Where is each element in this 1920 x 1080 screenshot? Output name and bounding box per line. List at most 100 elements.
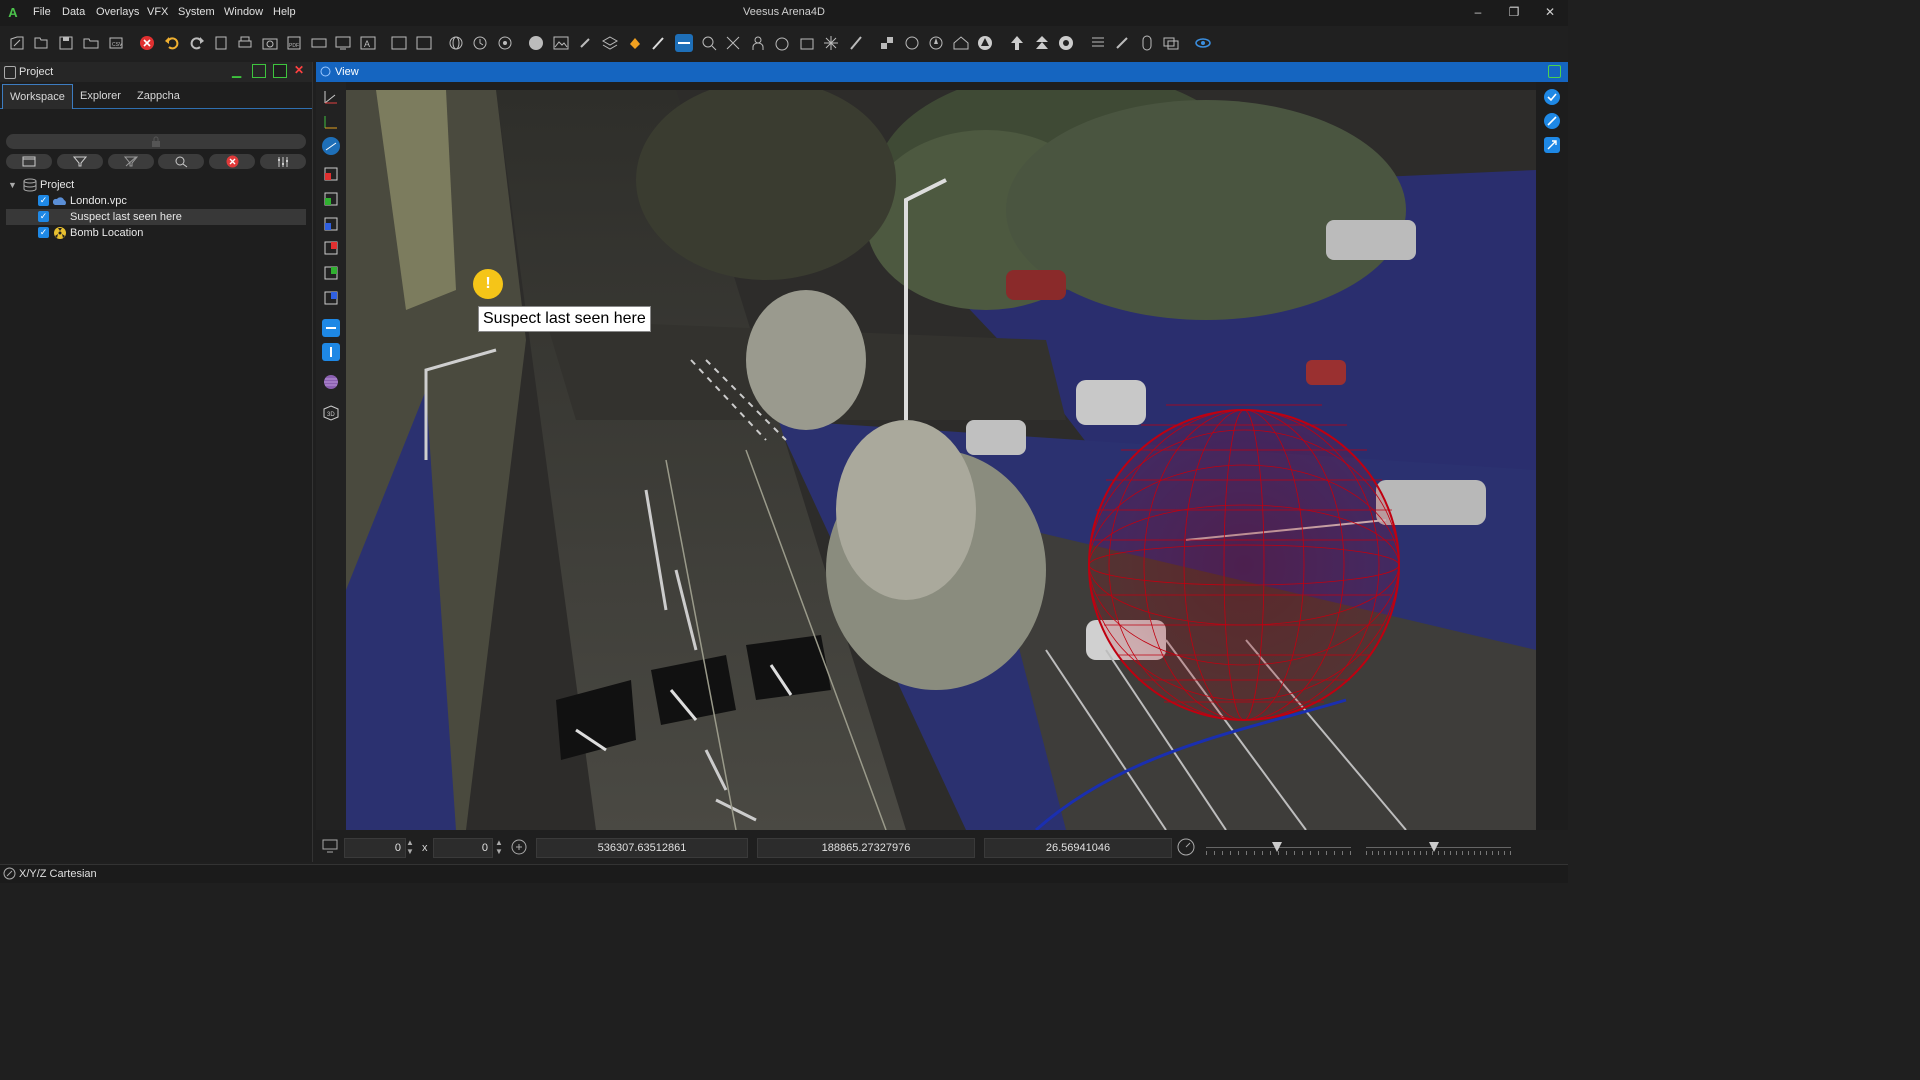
restore-button[interactable]: ❐ xyxy=(1504,4,1524,20)
globe-icon[interactable] xyxy=(447,34,465,52)
minimize-panel-icon[interactable]: ▁ xyxy=(232,64,241,78)
edit-view-icon[interactable] xyxy=(1543,112,1561,130)
close-button[interactable]: ✕ xyxy=(1540,4,1560,20)
document-icon[interactable] xyxy=(212,34,230,52)
horizontal-slice-icon[interactable] xyxy=(322,319,340,337)
float-panel-icon[interactable] xyxy=(252,64,266,78)
speed-slider-thumb[interactable] xyxy=(1272,842,1282,852)
target-icon[interactable] xyxy=(496,34,514,52)
mouse-icon[interactable] xyxy=(1138,34,1156,52)
new-project-icon[interactable] xyxy=(8,34,26,52)
explode-icon[interactable] xyxy=(822,34,840,52)
windows-icon[interactable] xyxy=(1162,34,1180,52)
view-bottom-icon[interactable] xyxy=(322,264,340,282)
axis-x-icon[interactable] xyxy=(322,88,340,106)
cube-3d-icon[interactable]: 3D xyxy=(322,404,340,422)
coord-y-field[interactable]: 188865.27327976 xyxy=(757,838,975,858)
knife-icon[interactable] xyxy=(847,34,865,52)
triangle-up-icon[interactable] xyxy=(976,34,994,52)
folder-icon[interactable] xyxy=(82,34,100,52)
list-icon[interactable] xyxy=(1089,34,1107,52)
film-icon[interactable] xyxy=(310,34,328,52)
grid-sphere-icon[interactable] xyxy=(527,34,545,52)
axis-z-icon[interactable] xyxy=(322,137,340,155)
window-button[interactable] xyxy=(6,154,52,169)
minimize-button[interactable]: – xyxy=(1468,4,1488,20)
pdf-icon[interactable]: PDF xyxy=(285,34,303,52)
delete-button[interactable] xyxy=(209,154,255,169)
width-input[interactable]: 0 xyxy=(344,838,406,858)
measure-icon[interactable] xyxy=(675,34,693,52)
building-icon[interactable] xyxy=(952,34,970,52)
fill-icon[interactable] xyxy=(626,34,644,52)
height-input[interactable]: 0 xyxy=(433,838,493,858)
monitor-icon[interactable] xyxy=(334,34,352,52)
tree-item-london[interactable]: ✓ London.vpc xyxy=(6,193,306,209)
maximize-panel-icon[interactable] xyxy=(273,64,287,78)
redo-icon[interactable] xyxy=(188,34,206,52)
tab-workspace[interactable]: Workspace xyxy=(2,84,73,109)
pencil-icon[interactable] xyxy=(1113,34,1131,52)
box-icon[interactable] xyxy=(798,34,816,52)
tree-item-bomb[interactable]: ✓ Bomb Location xyxy=(6,225,306,241)
stop-icon[interactable] xyxy=(138,34,156,52)
print-icon[interactable] xyxy=(236,34,254,52)
checkbox-london[interactable]: ✓ xyxy=(38,195,49,206)
speed-slider[interactable] xyxy=(1206,842,1351,856)
clock-icon[interactable] xyxy=(471,34,489,52)
tools-icon[interactable] xyxy=(724,34,742,52)
axis-y-icon[interactable] xyxy=(322,113,340,131)
lock-aspect-icon[interactable] xyxy=(510,838,528,856)
vertical-slice-icon[interactable] xyxy=(322,343,340,361)
camera-icon[interactable] xyxy=(261,34,279,52)
brush-icon[interactable] xyxy=(650,34,668,52)
filter-button[interactable] xyxy=(57,154,103,169)
tree-item-suspect[interactable]: ✓ Suspect last seen here xyxy=(6,209,306,225)
save-icon[interactable] xyxy=(57,34,75,52)
view-back-icon[interactable] xyxy=(322,239,340,257)
suspect-marker-icon[interactable]: ! xyxy=(473,269,503,299)
arrow-up-icon[interactable] xyxy=(1008,34,1026,52)
search-button[interactable] xyxy=(158,154,204,169)
speed-gauge-icon[interactable] xyxy=(1176,837,1196,857)
checkbox-suspect[interactable]: ✓ xyxy=(38,211,49,222)
chevron-down-icon[interactable]: ▼ xyxy=(8,177,17,193)
navigate-icon[interactable] xyxy=(1543,88,1561,106)
coord-z-field[interactable]: 26.56941046 xyxy=(984,838,1172,858)
alarm-icon[interactable] xyxy=(903,34,921,52)
refresh-icon[interactable] xyxy=(1057,34,1075,52)
height-stepper[interactable]: ▲ ▼ xyxy=(493,838,505,856)
tab-explorer[interactable]: Explorer xyxy=(73,84,128,108)
layers-icon[interactable] xyxy=(601,34,619,52)
suspect-annotation-label[interactable]: Suspect last seen here xyxy=(478,306,651,332)
view-side-icon[interactable] xyxy=(322,215,340,233)
eye-icon[interactable] xyxy=(1194,34,1212,52)
maximize-view-icon[interactable] xyxy=(1548,65,1561,78)
view-front-icon[interactable] xyxy=(322,165,340,183)
coord-x-field[interactable]: 536307.63512861 xyxy=(536,838,748,858)
undo-icon[interactable] xyxy=(163,34,181,52)
blocks-icon[interactable] xyxy=(878,34,896,52)
image-icon[interactable] xyxy=(552,34,570,52)
double-arrow-up-icon[interactable] xyxy=(1033,34,1051,52)
point-size-slider-thumb[interactable] xyxy=(1429,842,1439,852)
open-icon[interactable] xyxy=(32,34,50,52)
width-stepper[interactable]: ▲ ▼ xyxy=(404,838,416,856)
sphere-icon[interactable] xyxy=(322,373,340,391)
clear-filter-button[interactable] xyxy=(108,154,154,169)
checkbox-bomb[interactable]: ✓ xyxy=(38,227,49,238)
pdf-export-icon[interactable] xyxy=(390,34,408,52)
link-icon[interactable] xyxy=(576,34,594,52)
ppt-export-icon[interactable] xyxy=(415,34,433,52)
zoom-icon[interactable] xyxy=(700,34,718,52)
point-size-slider[interactable] xyxy=(1366,842,1511,856)
bomb-icon[interactable] xyxy=(773,34,791,52)
compass-icon[interactable] xyxy=(927,34,945,52)
tree-root[interactable]: ▼ Project xyxy=(6,177,306,193)
coordinate-system-icon[interactable] xyxy=(3,867,16,880)
close-panel-icon[interactable]: ✕ xyxy=(294,63,304,77)
tab-zappcha[interactable]: Zappcha xyxy=(130,84,187,108)
point-cloud-viewport[interactable]: ! Suspect last seen here xyxy=(346,90,1536,830)
text-icon[interactable]: A xyxy=(359,34,377,52)
person-icon[interactable] xyxy=(749,34,767,52)
